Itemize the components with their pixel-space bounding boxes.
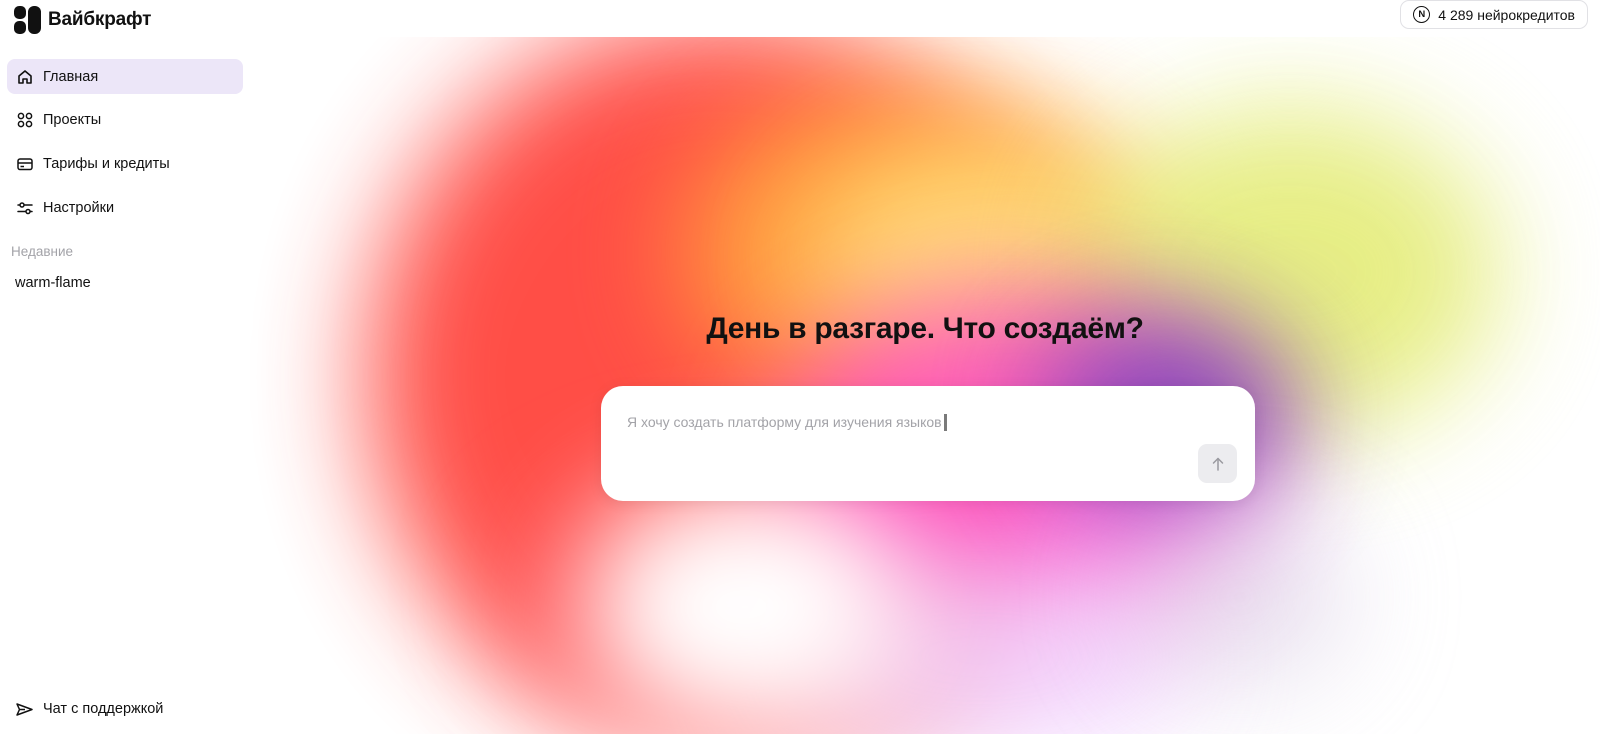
text-cursor — [944, 414, 947, 431]
recent-section-title: Недавние — [11, 244, 74, 259]
sidebar: Вайбкрафт Главная Проекты Тарифы и креди… — [0, 0, 250, 734]
sidebar-item-label: Тарифы и кредиты — [43, 155, 170, 172]
arrow-up-icon — [1212, 457, 1223, 471]
logo-mark-icon — [14, 6, 41, 34]
sidebar-item-label: Главная — [43, 68, 99, 85]
sidebar-item-label: Настройки — [43, 199, 115, 216]
neurocredit-icon: N — [1413, 6, 1431, 23]
send-button[interactable] — [1198, 444, 1237, 483]
sliders-icon — [17, 201, 33, 214]
sidebar-item-label: Проекты — [43, 112, 102, 129]
prompt-input[interactable] — [627, 414, 1187, 444]
support-chat-button[interactable]: Чат с поддержкой — [7, 698, 163, 720]
credits-label: 4 289 нейрокредитов — [1438, 6, 1575, 23]
sidebar-item-home[interactable]: Главная — [7, 59, 243, 94]
gradient-blob-grey — [1130, 507, 1350, 687]
sidebar-item-projects[interactable]: Проекты — [7, 103, 243, 138]
sidebar-item-pricing[interactable]: Тарифы и кредиты — [7, 146, 243, 181]
prompt-card — [601, 386, 1255, 501]
app-logo[interactable]: Вайбкрафт — [14, 6, 151, 34]
sidebar-nav: Главная Проекты Тарифы и кредиты Настрой… — [7, 59, 243, 234]
credit-card-icon — [17, 158, 33, 171]
home-icon — [18, 69, 32, 84]
credits-balance-button[interactable]: N 4 289 нейрокредитов — [1400, 0, 1588, 29]
paper-plane-icon — [16, 702, 33, 716]
app-root: Вайбкрафт Главная Проекты Тарифы и креди… — [0, 0, 1600, 734]
page-headline: День в разгаре. Что создаём? — [706, 312, 1144, 345]
app-name: Вайбкрафт — [48, 9, 152, 30]
recent-project-item[interactable]: warm-flame — [7, 270, 243, 296]
gradient-blob-white — [580, 477, 910, 734]
support-chat-label: Чат с поддержкой — [43, 701, 164, 717]
sidebar-item-settings[interactable]: Настройки — [7, 190, 243, 225]
grid-dots-icon — [17, 112, 33, 128]
